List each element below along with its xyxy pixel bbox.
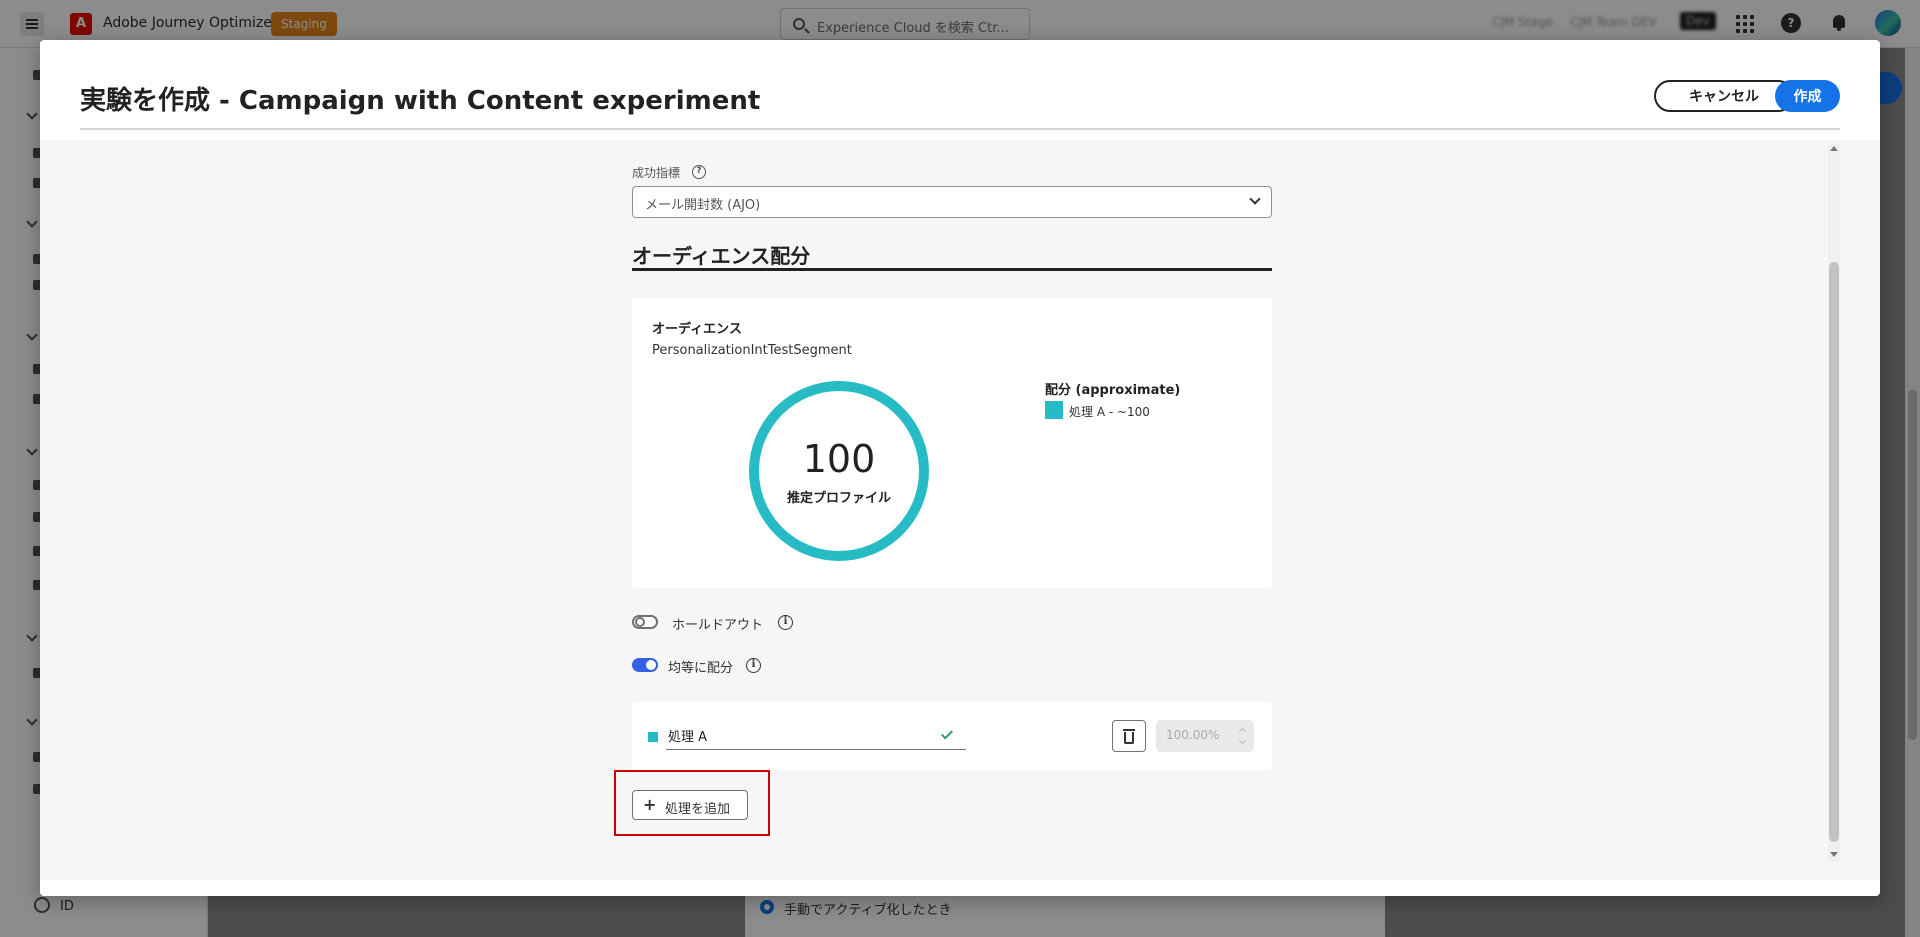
estimated-profiles-label: 推定プロファイル	[786, 491, 891, 506]
dialog-scrollbar-thumb[interactable]	[1829, 262, 1839, 842]
delete-treatment-button[interactable]	[1112, 720, 1146, 752]
cancel-button[interactable]: キャンセル	[1654, 80, 1794, 112]
header-divider	[80, 128, 1840, 130]
dialog-title: 実験を作成 - Campaign with Content experiment	[80, 86, 761, 116]
distribute-evenly-label: 均等に配分	[668, 661, 734, 676]
success-metric-select[interactable]: メール開封数 (AJO)	[632, 186, 1272, 218]
profiles-donut-chart: 100 推定プロファイル	[749, 381, 929, 561]
help-icon[interactable]: ?	[692, 165, 706, 179]
audience-distribution-heading: オーディエンス配分	[632, 244, 811, 268]
audience-card: オーディエンス PersonalizationIntTestSegment 10…	[632, 298, 1272, 588]
chevron-down-icon	[1249, 193, 1261, 205]
audience-name: PersonalizationIntTestSegment	[652, 343, 852, 358]
success-metric-label: 成功指標	[632, 166, 681, 180]
add-icon: +	[643, 795, 657, 814]
create-experiment-dialog: 実験を作成 - Campaign with Content experiment…	[40, 40, 1880, 896]
legend-item: 処理 A - ~100	[1069, 405, 1150, 419]
treatment-row: 100.00%	[632, 702, 1272, 770]
treatment-percentage-value: 100.00%	[1166, 728, 1220, 742]
holdout-toggle[interactable]	[632, 615, 658, 629]
estimated-profiles-count: 100	[802, 437, 876, 481]
add-treatment-label: 処理を追加	[665, 802, 731, 817]
stepper-down-icon	[1238, 736, 1247, 745]
stepper-up-icon	[1238, 727, 1247, 736]
holdout-label: ホールドアウト	[672, 618, 764, 633]
info-icon[interactable]: i	[746, 658, 761, 673]
legend-swatch	[1045, 401, 1063, 419]
create-button[interactable]: 作成	[1775, 80, 1840, 112]
section-divider	[632, 268, 1272, 271]
distribute-evenly-toggle[interactable]	[632, 658, 658, 672]
legend-title: 配分 (approximate)	[1045, 383, 1181, 398]
scroll-up-arrow-icon[interactable]	[1830, 146, 1838, 151]
add-treatment-button[interactable]: + 処理を追加	[632, 790, 748, 820]
scroll-down-arrow-icon[interactable]	[1830, 852, 1838, 857]
treatment-name-input[interactable]	[666, 722, 966, 750]
treatment-color-swatch	[648, 732, 658, 742]
info-icon[interactable]: i	[778, 615, 793, 630]
treatment-percentage-stepper: 100.00%	[1156, 720, 1254, 752]
trash-icon	[1123, 729, 1135, 731]
success-metric-value: メール開封数 (AJO)	[645, 198, 761, 213]
audience-label: オーディエンス	[652, 322, 742, 337]
